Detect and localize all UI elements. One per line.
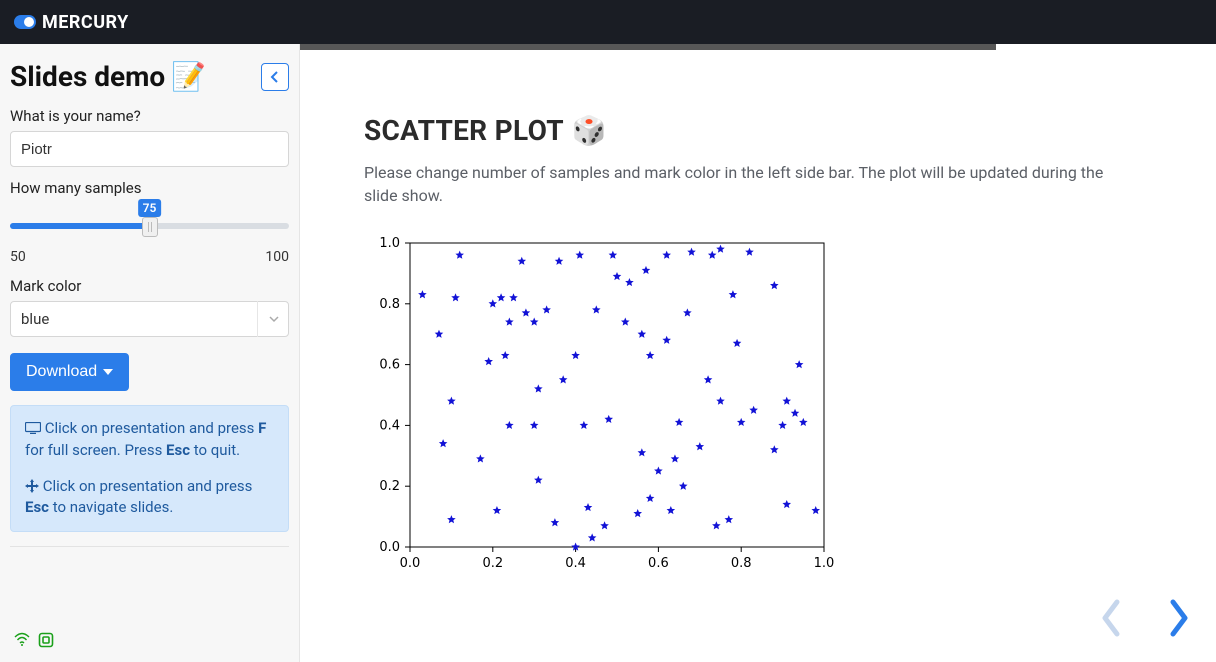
color-select[interactable]: blue — [10, 301, 289, 337]
svg-text:0.6: 0.6 — [648, 556, 669, 571]
color-select-value: blue — [10, 301, 289, 337]
svg-text:0.6: 0.6 — [379, 358, 400, 373]
slider-thumb[interactable] — [142, 217, 158, 237]
download-button-label: Download — [26, 363, 97, 381]
chevron-right-icon — [1167, 598, 1191, 638]
slider-range-labels: 50 100 — [10, 249, 289, 265]
name-input[interactable] — [10, 131, 289, 167]
color-label: Mark color — [10, 277, 289, 295]
slider-value-tooltip: 75 — [138, 199, 162, 217]
tip-fullscreen: Click on presentation and press F for fu… — [25, 418, 274, 462]
slider-max: 100 — [265, 249, 289, 265]
samples-label: How many samples — [10, 179, 289, 197]
chevron-left-icon — [270, 71, 280, 83]
svg-text:0.0: 0.0 — [379, 540, 400, 555]
die-icon: 🎲 — [572, 114, 607, 147]
sidebar: Slides demo 📝 What is your name? How man… — [0, 44, 300, 662]
wifi-icon — [14, 632, 30, 646]
slide-heading-text: SCATTER PLOT — [364, 114, 564, 147]
slider-fill — [10, 223, 150, 229]
name-label: What is your name? — [10, 107, 289, 125]
brand-name: MERCURY — [42, 12, 129, 33]
chevron-left-icon — [1099, 598, 1123, 638]
next-slide-button[interactable] — [1162, 596, 1196, 640]
download-button[interactable]: Download — [10, 353, 129, 391]
divider — [10, 546, 289, 547]
svg-text:0.0: 0.0 — [400, 556, 421, 571]
tip-navigate: Click on presentation and press Esc to n… — [25, 476, 274, 520]
slide: SCATTER PLOT 🎲 Please change number of s… — [300, 44, 1180, 577]
prev-slide-button[interactable] — [1094, 596, 1128, 640]
move-icon — [25, 479, 39, 493]
slide-body: Please change number of samples and mark… — [364, 161, 1120, 207]
svg-text:1.0: 1.0 — [814, 556, 834, 571]
brand-logo[interactable]: MERCURY — [14, 12, 129, 33]
svg-text:0.2: 0.2 — [482, 556, 503, 571]
svg-text:0.4: 0.4 — [379, 419, 400, 434]
caret-down-icon — [103, 368, 113, 376]
page-title: Slides demo 📝 — [10, 60, 206, 93]
status-icons — [14, 632, 54, 648]
progress-bar — [300, 44, 996, 50]
kernel-status-icon — [38, 632, 54, 648]
memo-icon: 📝 — [171, 60, 206, 93]
svg-text:1.0: 1.0 — [379, 237, 400, 251]
svg-text:0.8: 0.8 — [379, 297, 400, 312]
svg-text:0.8: 0.8 — [731, 556, 752, 571]
tips-infobox: Click on presentation and press F for fu… — [10, 405, 289, 532]
scatter-chart: 0.0 0.2 0.4 0.6 0.8 1.0 0.0 0.2 0.4 0.6 0.8 1.0 — [364, 237, 834, 577]
svg-text:0.2: 0.2 — [379, 480, 400, 495]
samples-slider[interactable]: 75 — [10, 207, 289, 241]
slider-min: 50 — [10, 249, 26, 265]
logo-mark-icon — [14, 15, 36, 29]
collapse-sidebar-button[interactable] — [261, 63, 289, 91]
page-title-text: Slides demo — [10, 60, 165, 93]
slide-heading: SCATTER PLOT 🎲 — [364, 114, 1120, 147]
chevron-down-icon — [257, 301, 289, 337]
monitor-icon — [25, 422, 41, 434]
topbar: MERCURY — [0, 0, 1216, 44]
svg-text:0.4: 0.4 — [565, 556, 586, 571]
presentation-area[interactable]: SCATTER PLOT 🎲 Please change number of s… — [300, 44, 1216, 662]
